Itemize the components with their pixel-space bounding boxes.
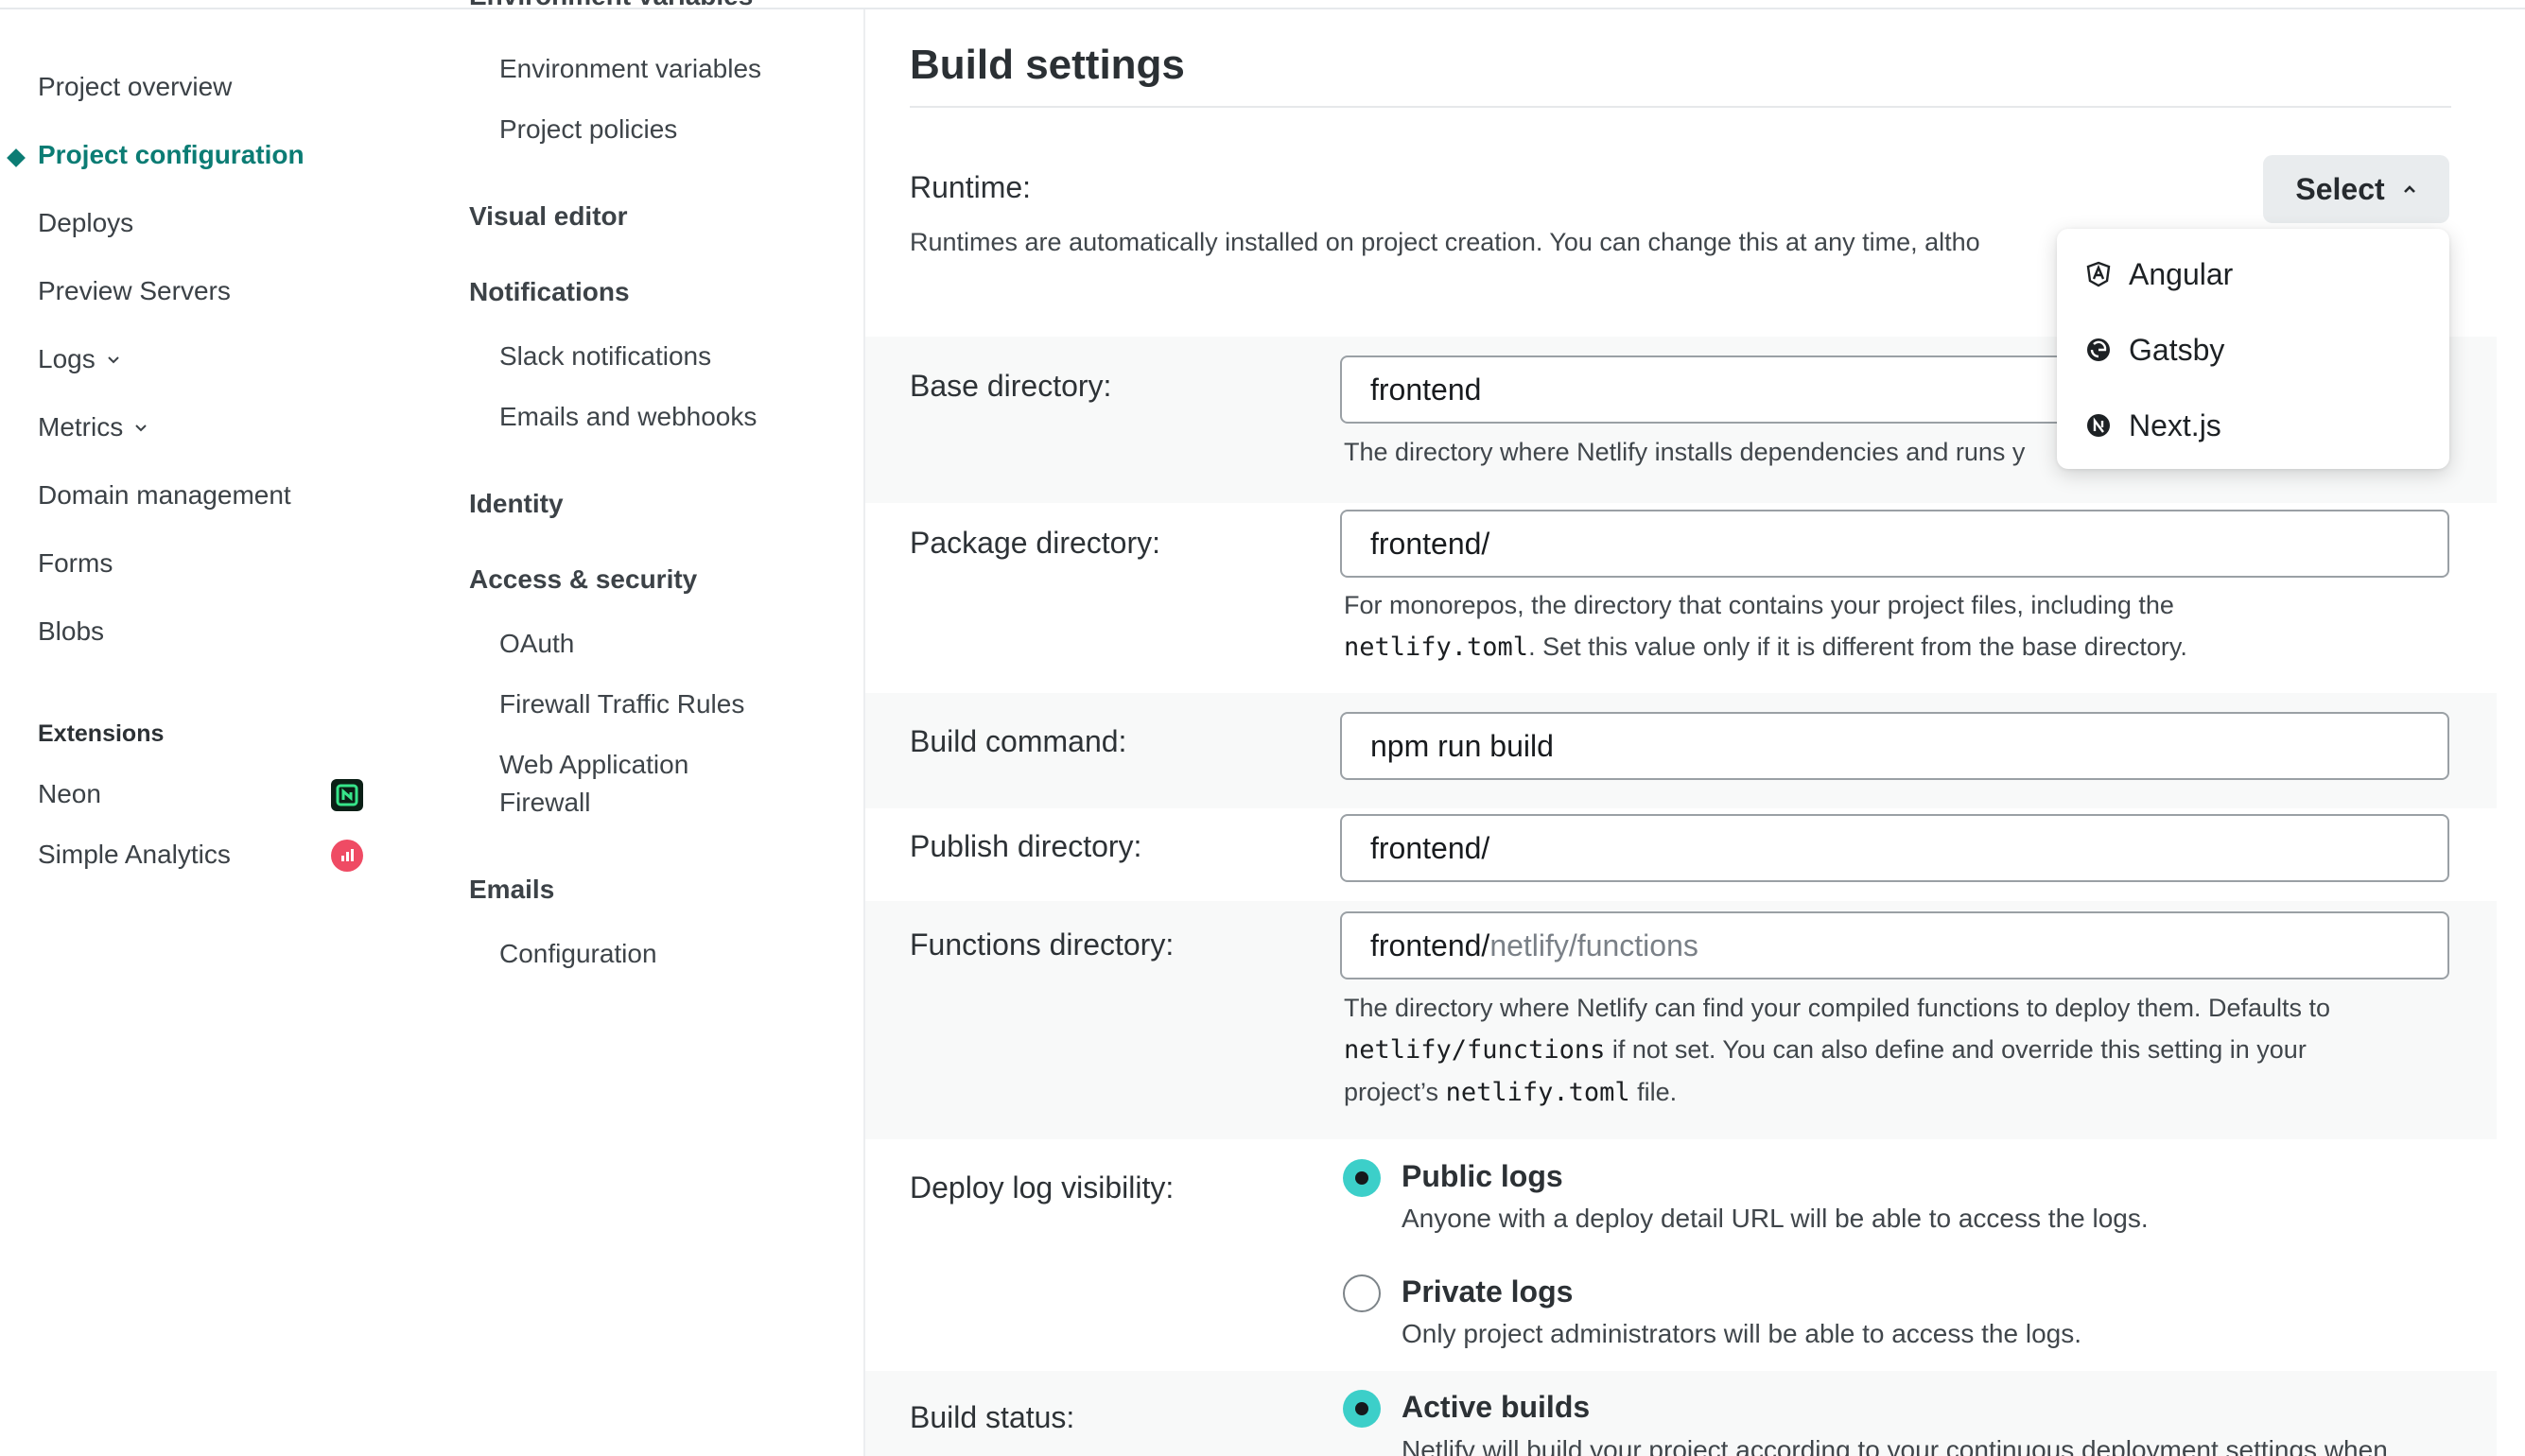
input-value: frontend [1370, 372, 1482, 407]
extensions-heading: Extensions [38, 720, 165, 747]
nav-item-label: Neon [38, 779, 101, 808]
nav-item-label: Forms [38, 548, 113, 578]
gatsby-icon [2085, 337, 2112, 363]
input-value: frontend/ [1370, 526, 1490, 561]
build-status-label: Build status: [910, 1400, 1075, 1434]
simple-analytics-icon [331, 840, 363, 872]
private-logs-title[interactable]: Private logs [1402, 1274, 1573, 1309]
active-builds-description: Netlify will build your project accordin… [1402, 1435, 2388, 1456]
nav-item-logs[interactable]: Logs [38, 344, 120, 374]
base-directory-label: Base directory: [910, 369, 1112, 403]
private-logs-radio[interactable] [1343, 1274, 1381, 1312]
nav-item-project-configuration[interactable]: Project configuration [38, 140, 305, 170]
nav-item-label: Preview Servers [38, 276, 231, 305]
input-value: frontend/ [1370, 830, 1490, 865]
input-value: frontend/ [1370, 927, 1490, 962]
select-label: Select [2295, 171, 2385, 206]
input-placeholder: netlify/functions [1489, 927, 1698, 962]
input-value: npm run build [1370, 728, 1554, 763]
angular-icon [2085, 261, 2112, 287]
nav-item-label: Blobs [38, 616, 105, 646]
help-text: For monorepos, the directory that contai… [1344, 591, 2174, 619]
runtime-option-nextjs[interactable]: Next.js [2057, 388, 2449, 463]
code-netlify-toml: netlify.toml [1445, 1078, 1630, 1107]
runtime-option-gatsby[interactable]: Gatsby [2057, 312, 2449, 388]
neon-logo-icon [331, 779, 363, 811]
section-heading-notifications[interactable]: Notifications [469, 277, 630, 307]
chevron-up-icon [2402, 182, 2417, 197]
option-label: Angular [2129, 256, 2234, 291]
nav-item-label: Project configuration [38, 140, 305, 169]
help-text: . Set this value only if it is different… [1528, 633, 2187, 661]
functions-directory-input[interactable]: frontend/netlify/functions [1340, 911, 2449, 979]
nav-item-preview-servers[interactable]: Preview Servers [38, 276, 231, 306]
nav-item-label: Deploys [38, 208, 134, 237]
sub-nav-firewall-traffic-rules[interactable]: Firewall Traffic Rules [499, 685, 744, 723]
nav-item-metrics[interactable]: Metrics [38, 412, 148, 442]
sub-nav-configuration[interactable]: Configuration [499, 935, 657, 973]
section-heading-access-security[interactable]: Access & security [469, 564, 697, 595]
nextjs-icon [2085, 412, 2112, 439]
nav-item-domain-management[interactable]: Domain management [38, 480, 291, 511]
sub-nav-emails-and-webhooks[interactable]: Emails and webhooks [499, 398, 757, 436]
functions-directory-help: The directory where Netlify can find you… [1344, 987, 2450, 1114]
nav-item-project-overview[interactable]: Project overview [38, 72, 232, 102]
runtime-label: Runtime: [910, 170, 1032, 204]
section-heading-environment-variables: Environment variables [469, 0, 753, 11]
private-logs-description: Only project administrators will be able… [1402, 1319, 2081, 1348]
sub-nav-web-application-firewall[interactable]: Web Application Firewall [499, 746, 745, 822]
package-directory-help: For monorepos, the directory that contai… [1344, 584, 2450, 668]
code-netlify-functions: netlify/functions [1344, 1035, 1606, 1065]
chevron-down-icon [134, 421, 148, 434]
nav-item-deploys[interactable]: Deploys [38, 208, 133, 238]
functions-directory-label: Functions directory: [910, 927, 1175, 962]
option-label: Next.js [2129, 407, 2221, 442]
page-title: Build settings [910, 42, 1185, 88]
top-border [0, 0, 2525, 9]
sub-nav-slack-notifications[interactable]: Slack notifications [499, 338, 711, 375]
help-text: file. [1629, 1078, 1678, 1106]
sub-nav-project-policies[interactable]: Project policies [499, 111, 677, 148]
base-directory-help: The directory where Netlify installs dep… [1344, 438, 2026, 466]
active-builds-title[interactable]: Active builds [1402, 1390, 1590, 1425]
sub-nav-environment-variables[interactable]: Environment variables [499, 50, 761, 88]
runtime-dropdown-menu: Angular Gatsby Next.js [2057, 229, 2449, 469]
title-divider [910, 106, 2451, 108]
package-directory-input[interactable]: frontend/ [1340, 510, 2449, 578]
publish-directory-input[interactable]: frontend/ [1340, 814, 2449, 882]
deploy-log-visibility-label: Deploy log visibility: [910, 1170, 1175, 1205]
build-settings-panel: Build settings Runtime: Runtimes are aut… [865, 9, 2525, 1456]
nav-item-neon[interactable]: Neon [38, 779, 101, 809]
nav-item-forms[interactable]: Forms [38, 548, 113, 579]
help-text: project’s [1344, 1078, 1446, 1106]
runtime-select-button[interactable]: Select [2263, 155, 2449, 223]
nav-item-label: Simple Analytics [38, 840, 231, 869]
option-label: Gatsby [2129, 332, 2225, 367]
active-builds-radio[interactable] [1343, 1390, 1381, 1428]
public-logs-radio[interactable] [1343, 1159, 1381, 1197]
build-command-input[interactable]: npm run build [1340, 712, 2449, 780]
nav-item-label: Logs [38, 344, 96, 373]
nav-item-blobs[interactable]: Blobs [38, 616, 104, 647]
help-text: if not set. You can also define and over… [1605, 1035, 2307, 1064]
section-heading-identity[interactable]: Identity [469, 489, 564, 519]
code-netlify-toml: netlify.toml [1344, 633, 1529, 662]
active-indicator [7, 148, 26, 167]
publish-directory-label: Publish directory: [910, 829, 1142, 863]
section-heading-emails[interactable]: Emails [469, 875, 554, 905]
runtime-description: Runtimes are automatically installed on … [910, 228, 1980, 256]
public-logs-title[interactable]: Public logs [1402, 1159, 1563, 1194]
nav-item-simple-analytics[interactable]: Simple Analytics [38, 840, 231, 870]
nav-item-label: Domain management [38, 480, 291, 510]
build-command-label: Build command: [910, 724, 1127, 758]
runtime-option-angular[interactable]: Angular [2057, 236, 2449, 312]
help-text: The directory where Netlify can find you… [1344, 994, 2331, 1022]
package-directory-label: Package directory: [910, 526, 1161, 560]
nav-item-label: Project overview [38, 72, 233, 101]
section-heading-visual-editor[interactable]: Visual editor [469, 201, 628, 232]
public-logs-description: Anyone with a deploy detail URL will be … [1402, 1204, 2149, 1233]
chevron-down-icon [107, 353, 120, 366]
nav-item-label: Metrics [38, 412, 124, 442]
sub-nav-oauth[interactable]: OAuth [499, 625, 574, 663]
